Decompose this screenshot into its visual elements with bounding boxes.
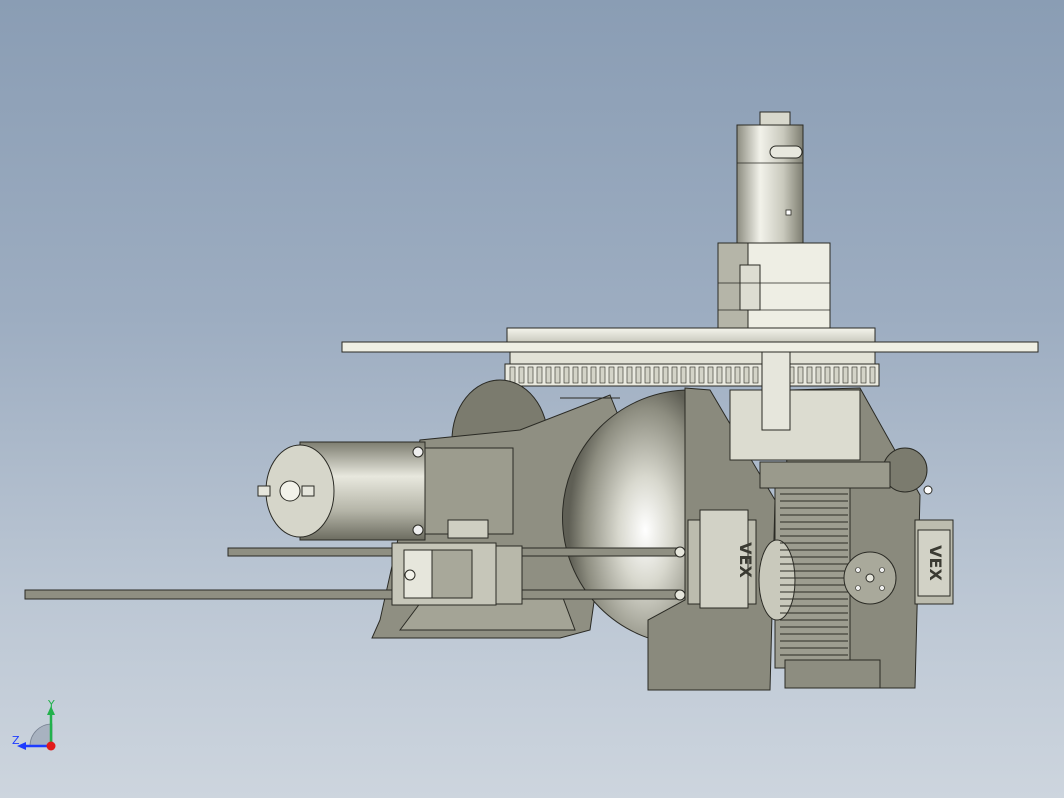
- gear-tooth: [833, 366, 840, 384]
- robot-assembly-model[interactable]: VEX VEX: [0, 0, 1064, 798]
- gear-tooth: [581, 366, 588, 384]
- gear-tooth: [617, 366, 624, 384]
- servo-left[interactable]: VEX: [687, 509, 757, 609]
- gear-tooth: [851, 366, 858, 384]
- gear-tooth: [869, 366, 876, 384]
- gear-tooth: [608, 366, 615, 384]
- gear-tooth: [860, 366, 867, 384]
- gear-tooth: [842, 366, 849, 384]
- gear-tooth: [680, 366, 687, 384]
- gear-tooth: [590, 366, 597, 384]
- gear-tooth: [599, 366, 606, 384]
- z-axis-label: Z: [12, 734, 20, 747]
- gear-tooth: [527, 366, 534, 384]
- rod-carriage[interactable]: [391, 542, 523, 606]
- gear-tooth: [536, 366, 543, 384]
- gear-tooth: [626, 366, 633, 384]
- gear-tooth: [707, 366, 714, 384]
- gear-tooth: [725, 366, 732, 384]
- gear-tooth: [716, 366, 723, 384]
- gear-tooth: [545, 366, 552, 384]
- cad-viewport[interactable]: VEX VEX Y Z: [0, 0, 1064, 798]
- top-motor[interactable]: [736, 111, 804, 244]
- gear-tooth: [743, 366, 750, 384]
- gearbox-block[interactable]: [717, 242, 831, 342]
- servo-logo-right: VEX: [926, 545, 945, 581]
- servo-logo-left: VEX: [736, 542, 755, 578]
- gear-tooth: [662, 366, 669, 384]
- gear-tooth: [734, 366, 741, 384]
- gear-tooth: [554, 366, 561, 384]
- gear-tooth: [752, 366, 759, 384]
- gear-tooth: [653, 366, 660, 384]
- gear-tooth: [509, 366, 516, 384]
- servo-right[interactable]: VEX: [914, 519, 954, 605]
- y-axis-label: Y: [48, 698, 55, 711]
- servo-horn-wheel[interactable]: [843, 551, 897, 605]
- gear-tooth: [635, 366, 642, 384]
- gear-tooth: [797, 366, 804, 384]
- axis-triad: [17, 706, 56, 751]
- gear-tooth: [671, 366, 678, 384]
- turntable-plate[interactable]: [341, 327, 1039, 365]
- gear-tooth: [563, 366, 570, 384]
- gear-tooth: [689, 366, 696, 384]
- ring-gear[interactable]: [504, 363, 880, 387]
- gear-tooth: [518, 366, 525, 384]
- gear-tooth: [644, 366, 651, 384]
- origin-point: [46, 741, 56, 751]
- gear-tooth: [698, 366, 705, 384]
- gear-tooth: [572, 366, 579, 384]
- gear-tooth: [815, 366, 822, 384]
- gear-tooth: [824, 366, 831, 384]
- left-motor[interactable]: [257, 441, 514, 541]
- gear-tooth: [806, 366, 813, 384]
